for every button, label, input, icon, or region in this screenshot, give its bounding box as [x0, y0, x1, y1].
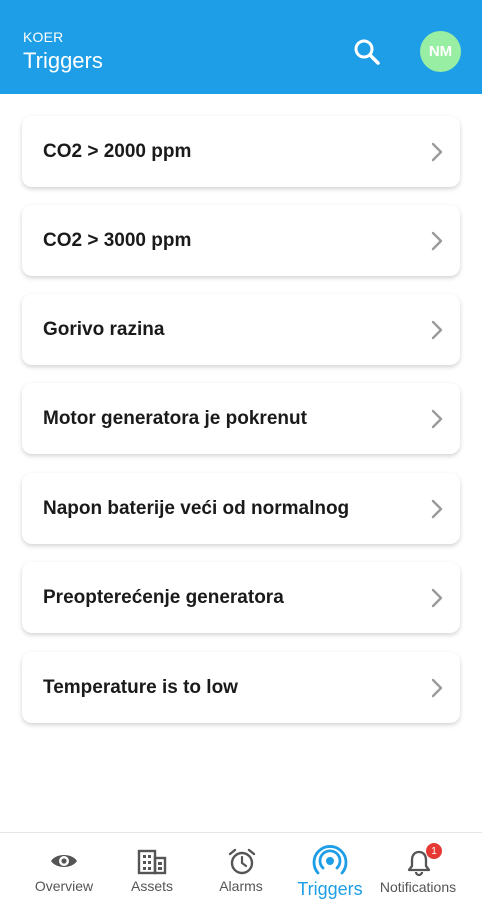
search-button[interactable] [352, 37, 382, 67]
trigger-item[interactable]: Preopterećenje generatora [22, 562, 460, 633]
notification-badge: 1 [426, 843, 442, 859]
chevron-right-icon [431, 678, 443, 698]
nav-triggers[interactable]: Triggers [290, 833, 370, 900]
chevron-right-icon [431, 588, 443, 608]
app-subtitle: KOER [23, 29, 64, 45]
trigger-label: Temperature is to low [43, 676, 238, 698]
trigger-label: CO2 > 3000 ppm [43, 229, 192, 251]
trigger-item[interactable]: CO2 > 2000 ppm [22, 116, 460, 187]
trigger-item[interactable]: Napon baterije veći od normalnog [22, 473, 460, 544]
search-icon [354, 39, 380, 65]
trigger-item[interactable]: Temperature is to low [22, 652, 460, 723]
trigger-item[interactable]: CO2 > 3000 ppm [22, 205, 460, 276]
trigger-label: Gorivo razina [43, 318, 165, 340]
nav-overview[interactable]: Overview [26, 833, 102, 900]
trigger-label: Napon baterije veći od normalnog [43, 497, 350, 519]
chevron-right-icon [431, 320, 443, 340]
nav-label: Triggers [297, 879, 363, 899]
trigger-item[interactable]: Motor generatora je pokrenut [22, 383, 460, 454]
trigger-label: Preopterećenje generatora [43, 586, 284, 608]
chevron-right-icon [431, 142, 443, 162]
nav-label: Overview [34, 878, 94, 894]
avatar[interactable]: NM [420, 31, 461, 72]
building-icon [137, 849, 167, 875]
trigger-item[interactable]: Gorivo razina [22, 294, 460, 365]
alarm-clock-icon [228, 848, 256, 875]
app-bar: KOER Triggers NM [0, 0, 482, 94]
nav-label: Alarms [219, 878, 263, 894]
nav-alarms[interactable]: Alarms [206, 833, 276, 900]
broadcast-icon [312, 845, 348, 875]
chevron-right-icon [431, 409, 443, 429]
nav-assets[interactable]: Assets [116, 833, 188, 900]
nav-label: Assets [130, 878, 173, 894]
chevron-right-icon [431, 499, 443, 519]
page-title: Triggers [23, 48, 103, 73]
chevron-right-icon [431, 231, 443, 251]
trigger-label: Motor generatora je pokrenut [43, 407, 307, 429]
nav-notifications[interactable]: 1 Notifications [374, 833, 462, 900]
trigger-label: CO2 > 2000 ppm [43, 140, 192, 162]
bottom-nav: Overview Assets Alarms Triggers 1 Notifi… [0, 832, 482, 900]
eye-icon [51, 855, 77, 867]
nav-label: Notifications [379, 879, 457, 895]
